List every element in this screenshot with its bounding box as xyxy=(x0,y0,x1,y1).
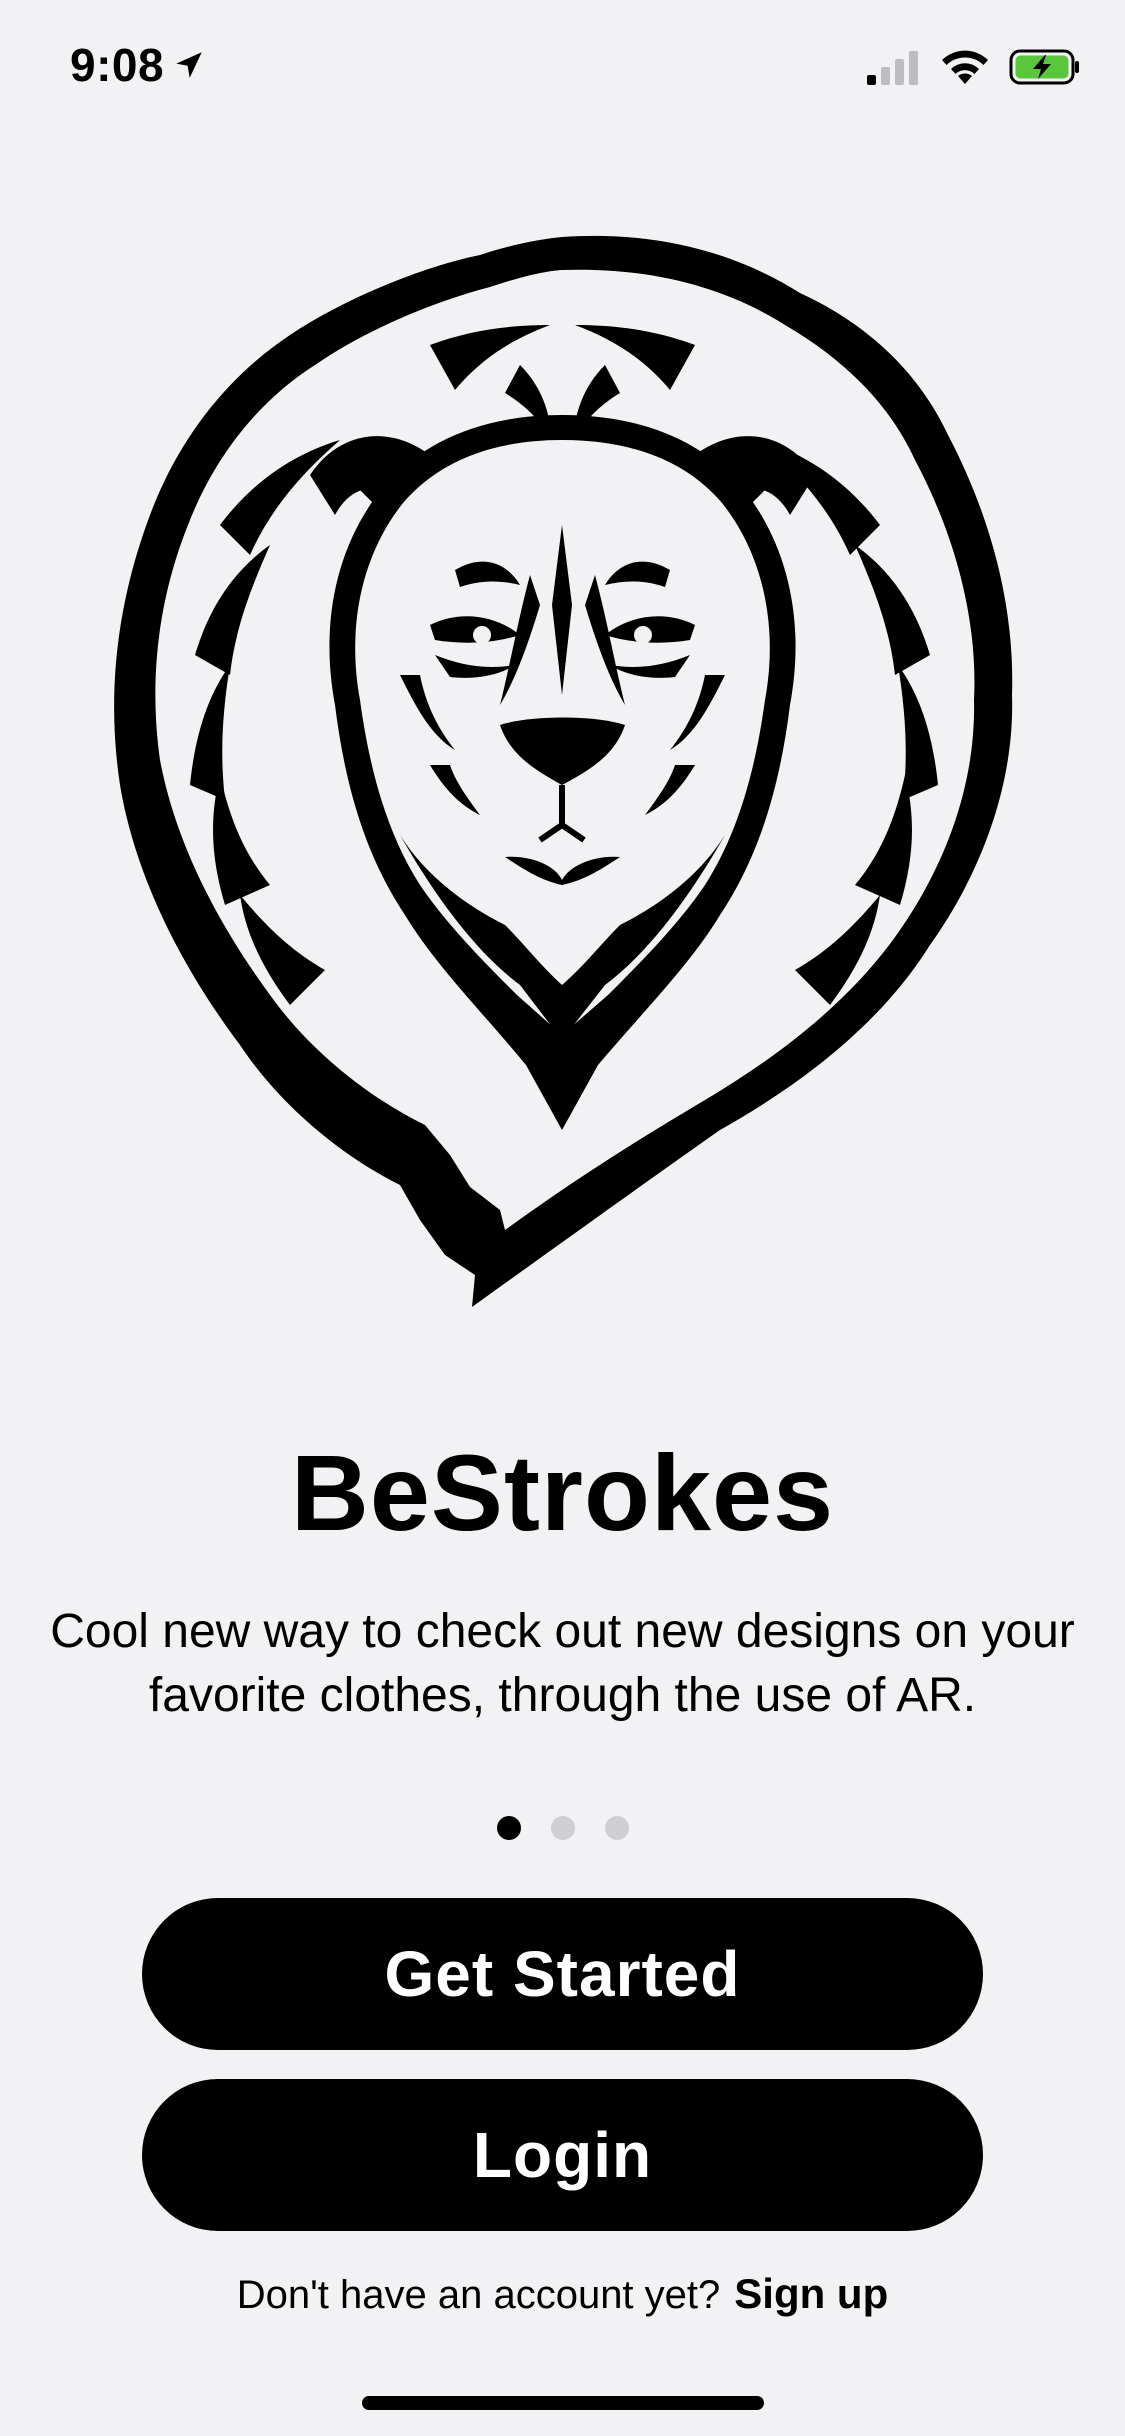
status-icons xyxy=(865,48,1081,86)
page-dot-3[interactable] xyxy=(604,1816,629,1840)
page-dot-2[interactable] xyxy=(550,1816,575,1840)
status-time: 9:08 xyxy=(70,38,206,92)
signup-prompt-row: Don't have an account yet? Sign up xyxy=(0,2270,1125,2318)
lion-logo xyxy=(114,235,1013,1307)
login-button[interactable]: Login xyxy=(142,2079,983,2231)
status-bar: 9:08 xyxy=(0,0,1125,135)
app-tagline: Cool new way to check out new designs on… xyxy=(50,1605,1075,1722)
home-indicator[interactable] xyxy=(362,2396,764,2410)
signup-question: Don't have an account yet? xyxy=(236,2273,721,2317)
sign-up-link[interactable]: Sign up xyxy=(734,2270,888,2317)
page-dot-1-active[interactable] xyxy=(496,1816,521,1840)
clock-text: 9:08 xyxy=(70,39,165,91)
page-indicator[interactable] xyxy=(0,1816,1125,1840)
location-arrow-icon xyxy=(176,52,202,78)
wifi-icon xyxy=(942,50,988,84)
app-title: BeStrokes xyxy=(290,1432,835,1553)
cellular-signal-icon xyxy=(867,51,918,85)
get-started-button[interactable]: Get Started xyxy=(142,1898,983,2050)
battery-charging-icon xyxy=(1009,49,1079,85)
